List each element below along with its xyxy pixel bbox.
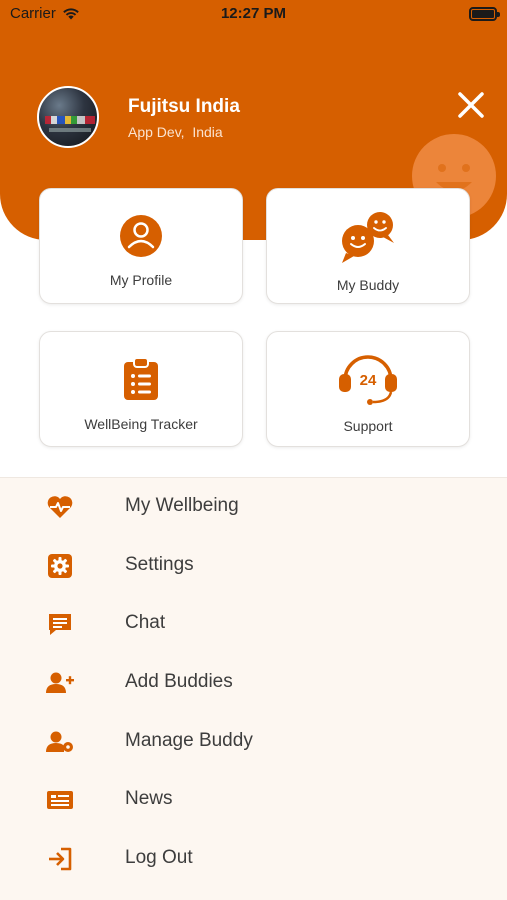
clipboard-icon <box>124 357 158 400</box>
menu-item-my-wellbeing[interactable]: My Wellbeing <box>0 478 507 536</box>
heart-pulse-icon <box>46 494 74 520</box>
menu-label: News <box>125 788 173 809</box>
support-card[interactable]: 24 Support <box>266 331 470 447</box>
wellbeing-tracker-card[interactable]: WellBeing Tracker <box>39 331 243 447</box>
add-user-icon <box>46 670 74 696</box>
my-profile-card[interactable]: My Profile <box>39 188 243 304</box>
news-icon <box>46 787 74 813</box>
menu-label: Add Buddies <box>125 671 233 692</box>
status-time: 12:27 PM <box>220 5 287 22</box>
avatar-photo-detail <box>49 128 91 132</box>
menu-label: Chat <box>125 612 166 633</box>
card-label: WellBeing Tracker <box>84 416 198 432</box>
status-bar: Carrier 12:27 PM <box>0 0 507 28</box>
support-badge-text: 24 <box>360 372 377 389</box>
avatar-photo-detail <box>45 116 95 124</box>
my-buddy-card[interactable]: My Buddy <box>266 188 470 304</box>
menu-item-log-out[interactable]: Log Out <box>0 830 507 888</box>
manage-user-icon <box>46 729 74 755</box>
menu-label: Manage Buddy <box>125 730 253 751</box>
chat-icon <box>46 611 74 637</box>
gear-icon <box>46 553 74 579</box>
card-label: My Profile <box>109 272 173 288</box>
menu-label: Settings <box>125 554 194 575</box>
menu-item-manage-buddy[interactable]: Manage Buddy <box>0 713 507 771</box>
card-label: My Buddy <box>336 277 400 293</box>
logout-icon <box>46 846 74 872</box>
close-button[interactable] <box>452 86 490 124</box>
user-name: Fujitsu India <box>128 96 240 117</box>
user-subtitle: App Dev, India <box>128 124 223 140</box>
menu-item-chat[interactable]: Chat <box>0 595 507 653</box>
card-label: Support <box>343 418 393 434</box>
profile-icon <box>120 215 162 257</box>
menu-label: My Wellbeing <box>125 495 239 516</box>
menu-item-add-buddies[interactable]: Add Buddies <box>0 654 507 712</box>
menu-label: Log Out <box>125 847 193 868</box>
headset-24-icon: 24 <box>339 355 397 405</box>
menu-item-settings[interactable]: Settings <box>0 537 507 595</box>
close-icon <box>458 92 484 118</box>
menu-item-news[interactable]: News <box>0 771 507 829</box>
chat-bubbles-icon <box>342 212 394 263</box>
side-menu: My Wellbeing Settings Chat Add Buddies M… <box>0 477 507 900</box>
avatar[interactable] <box>37 86 99 148</box>
battery-icon <box>469 7 500 21</box>
